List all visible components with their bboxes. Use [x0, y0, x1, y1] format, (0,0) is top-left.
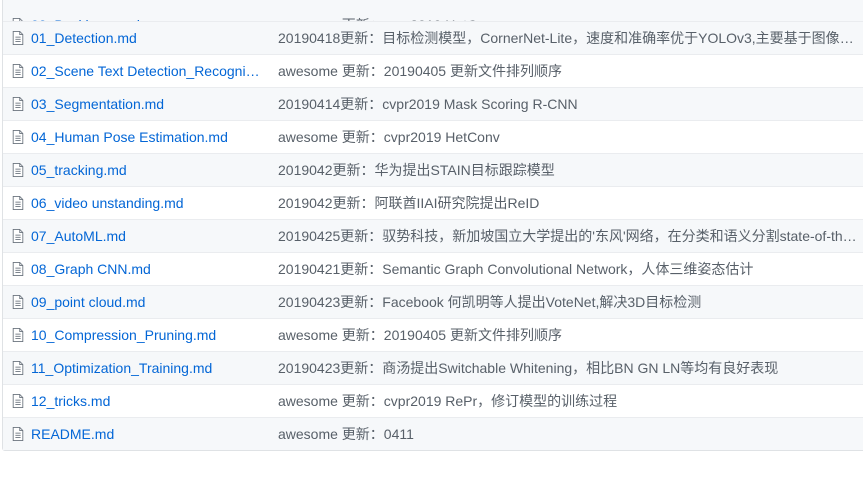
file-name-link[interactable]: 03_Segmentation.md [31, 96, 263, 113]
file-text-icon [12, 361, 24, 375]
file-row-5[interactable]: 05_tracking.md 2019042更新：华为提出STAIN目标跟踪模型 [3, 153, 863, 186]
file-text-icon [12, 196, 24, 210]
file-row-2[interactable]: 02_Scene Text Detection_Recognition.md a… [3, 54, 863, 87]
file-text-icon [12, 229, 24, 243]
file-text-icon [12, 328, 24, 342]
file-name-link[interactable]: 04_Human Pose Estimation.md [31, 129, 263, 146]
file-row-11[interactable]: 11_Optimization_Training.md 20190423更新：商… [3, 351, 863, 384]
commit-message-link[interactable]: 2019042更新：华为提出STAIN目标跟踪模型 [278, 162, 858, 179]
file-name-link[interactable]: 05_tracking.md [31, 162, 263, 179]
commit-message-link[interactable]: 20190425更新：驭势科技，新加坡国立大学提出的'东风'网络，在分类和语义分… [278, 228, 858, 245]
file-row-0[interactable]: 00_Backbone.md awesome 更新：cvpr2019 HetCo… [3, 9, 863, 33]
file-text-icon [12, 427, 24, 441]
file-name-link[interactable]: 08_Graph CNN.md [31, 261, 263, 278]
file-text-icon [12, 97, 24, 111]
file-name-link[interactable]: 02_Scene Text Detection_Recognition.md [31, 63, 263, 80]
file-text-icon [12, 295, 24, 309]
file-row-9[interactable]: 09_point cloud.md 20190423更新：Facebook 何凯… [3, 285, 863, 318]
file-text-icon [12, 31, 24, 45]
file-name-link[interactable]: 01_Detection.md [31, 30, 263, 47]
commit-message-link[interactable]: awesome 更新：20190405 更新文件排列顺序 [278, 327, 858, 344]
file-text-icon [12, 163, 24, 177]
commit-message-link[interactable]: awesome 更新：cvpr2019 RePr，修订模型的训练过程 [278, 393, 858, 410]
file-text-icon [12, 64, 24, 78]
file-row-7[interactable]: 07_AutoML.md 20190425更新：驭势科技，新加坡国立大学提出的'… [3, 219, 863, 252]
commit-message-link[interactable]: 20190414更新：cvpr2019 Mask Scoring R-CNN [278, 96, 858, 113]
file-text-icon [12, 394, 24, 408]
table-header-strip [3, 0, 863, 9]
commit-message-link[interactable]: awesome 更新：0411 [278, 426, 858, 443]
file-name-link[interactable]: 12_tricks.md [31, 393, 263, 410]
commit-message-link[interactable]: 20190421更新：Semantic Graph Convolutional … [278, 261, 858, 278]
file-name-link[interactable]: 11_Optimization_Training.md [31, 360, 263, 377]
file-row-12[interactable]: 12_tricks.md awesome 更新：cvpr2019 RePr，修订… [3, 384, 863, 417]
commit-message-link[interactable]: 20190423更新：Facebook 何凯明等人提出VoteNet,解决3D目… [278, 294, 858, 311]
file-rows: 00_Backbone.md awesome 更新：cvpr2019 HetCo… [3, 9, 863, 450]
file-name-link[interactable]: 07_AutoML.md [31, 228, 263, 245]
commit-message-link[interactable]: awesome 更新：20190405 更新文件排列顺序 [278, 63, 858, 80]
commit-message-link[interactable]: awesome 更新：cvpr2019 HetConv [278, 129, 858, 146]
file-row-1[interactable]: 01_Detection.md 20190418更新：目标检测模型，Corner… [3, 21, 863, 54]
commit-message-link[interactable]: 20190418更新：目标检测模型，CornerNet-Lite，速度和准确率优… [278, 30, 858, 47]
file-text-icon [12, 130, 24, 144]
file-name-link[interactable]: README.md [31, 426, 263, 443]
file-name-link[interactable]: 09_point cloud.md [31, 294, 263, 311]
file-row-8[interactable]: 08_Graph CNN.md 20190421更新：Semantic Grap… [3, 252, 863, 285]
file-list-table: 00_Backbone.md awesome 更新：cvpr2019 HetCo… [2, 0, 863, 451]
commit-message-link[interactable]: 2019042更新：阿联酋IIAI研究院提出ReID [278, 195, 858, 212]
file-row-6[interactable]: 06_video unstanding.md 2019042更新：阿联酋IIAI… [3, 186, 863, 219]
file-name-link[interactable]: 10_Compression_Pruning.md [31, 327, 263, 344]
file-text-icon [12, 262, 24, 276]
file-row-3[interactable]: 03_Segmentation.md 20190414更新：cvpr2019 M… [3, 87, 863, 120]
file-row-4[interactable]: 04_Human Pose Estimation.md awesome 更新：c… [3, 120, 863, 153]
commit-message-link[interactable]: 20190423更新：商汤提出Switchable Whitening，相比BN… [278, 360, 858, 377]
file-row-10[interactable]: 10_Compression_Pruning.md awesome 更新：201… [3, 318, 863, 351]
file-row-13[interactable]: README.md awesome 更新：0411 [3, 417, 863, 450]
file-name-link[interactable]: 06_video unstanding.md [31, 195, 263, 212]
